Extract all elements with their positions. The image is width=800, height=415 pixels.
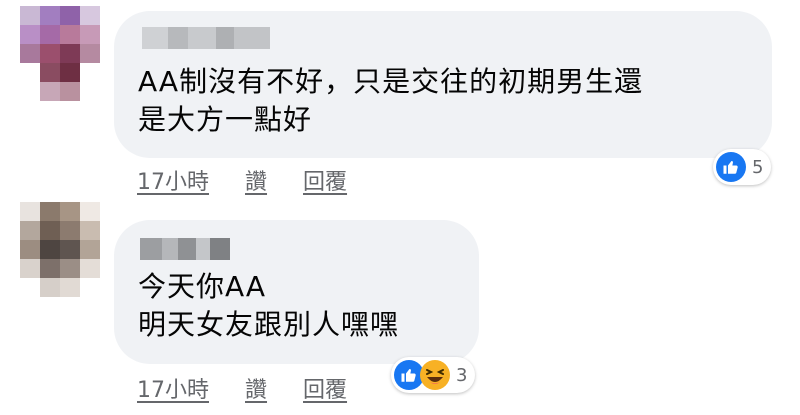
reply-link[interactable]: 回覆: [303, 164, 347, 196]
like-link[interactable]: 讚: [245, 372, 267, 404]
commenter-avatar[interactable]: [20, 202, 100, 297]
comment-text: AA制沒有不好，只是交往的初期男生還 是大方一點好: [138, 65, 644, 136]
comment-actions: 17小時 讚 回覆: [137, 372, 347, 404]
commenter-avatar[interactable]: [20, 6, 100, 101]
comment-text: 今天你AA 明天女友跟別人嘿嘿: [138, 270, 400, 341]
reaction-count: 5: [752, 156, 764, 178]
reply-link[interactable]: 回覆: [303, 372, 347, 404]
comment-actions: 17小時 讚 回覆: [137, 164, 347, 196]
comment-bubble: AA制沒有不好，只是交往的初期男生還 是大方一點好: [114, 11, 772, 158]
like-reaction-icon: [716, 152, 746, 182]
reaction-count: 3: [456, 364, 468, 386]
comment-bubble: 今天你AA 明天女友跟別人嘿嘿: [114, 220, 479, 364]
commenter-name-redacted[interactable]: [140, 238, 230, 260]
reaction-summary[interactable]: 3: [391, 357, 476, 393]
commenter-name-redacted[interactable]: [142, 27, 270, 49]
haha-reaction-icon: [420, 360, 450, 390]
like-link[interactable]: 讚: [245, 164, 267, 196]
reaction-summary[interactable]: 5: [713, 149, 772, 185]
comment-timestamp[interactable]: 17小時: [137, 372, 209, 404]
comment-timestamp[interactable]: 17小時: [137, 164, 209, 196]
